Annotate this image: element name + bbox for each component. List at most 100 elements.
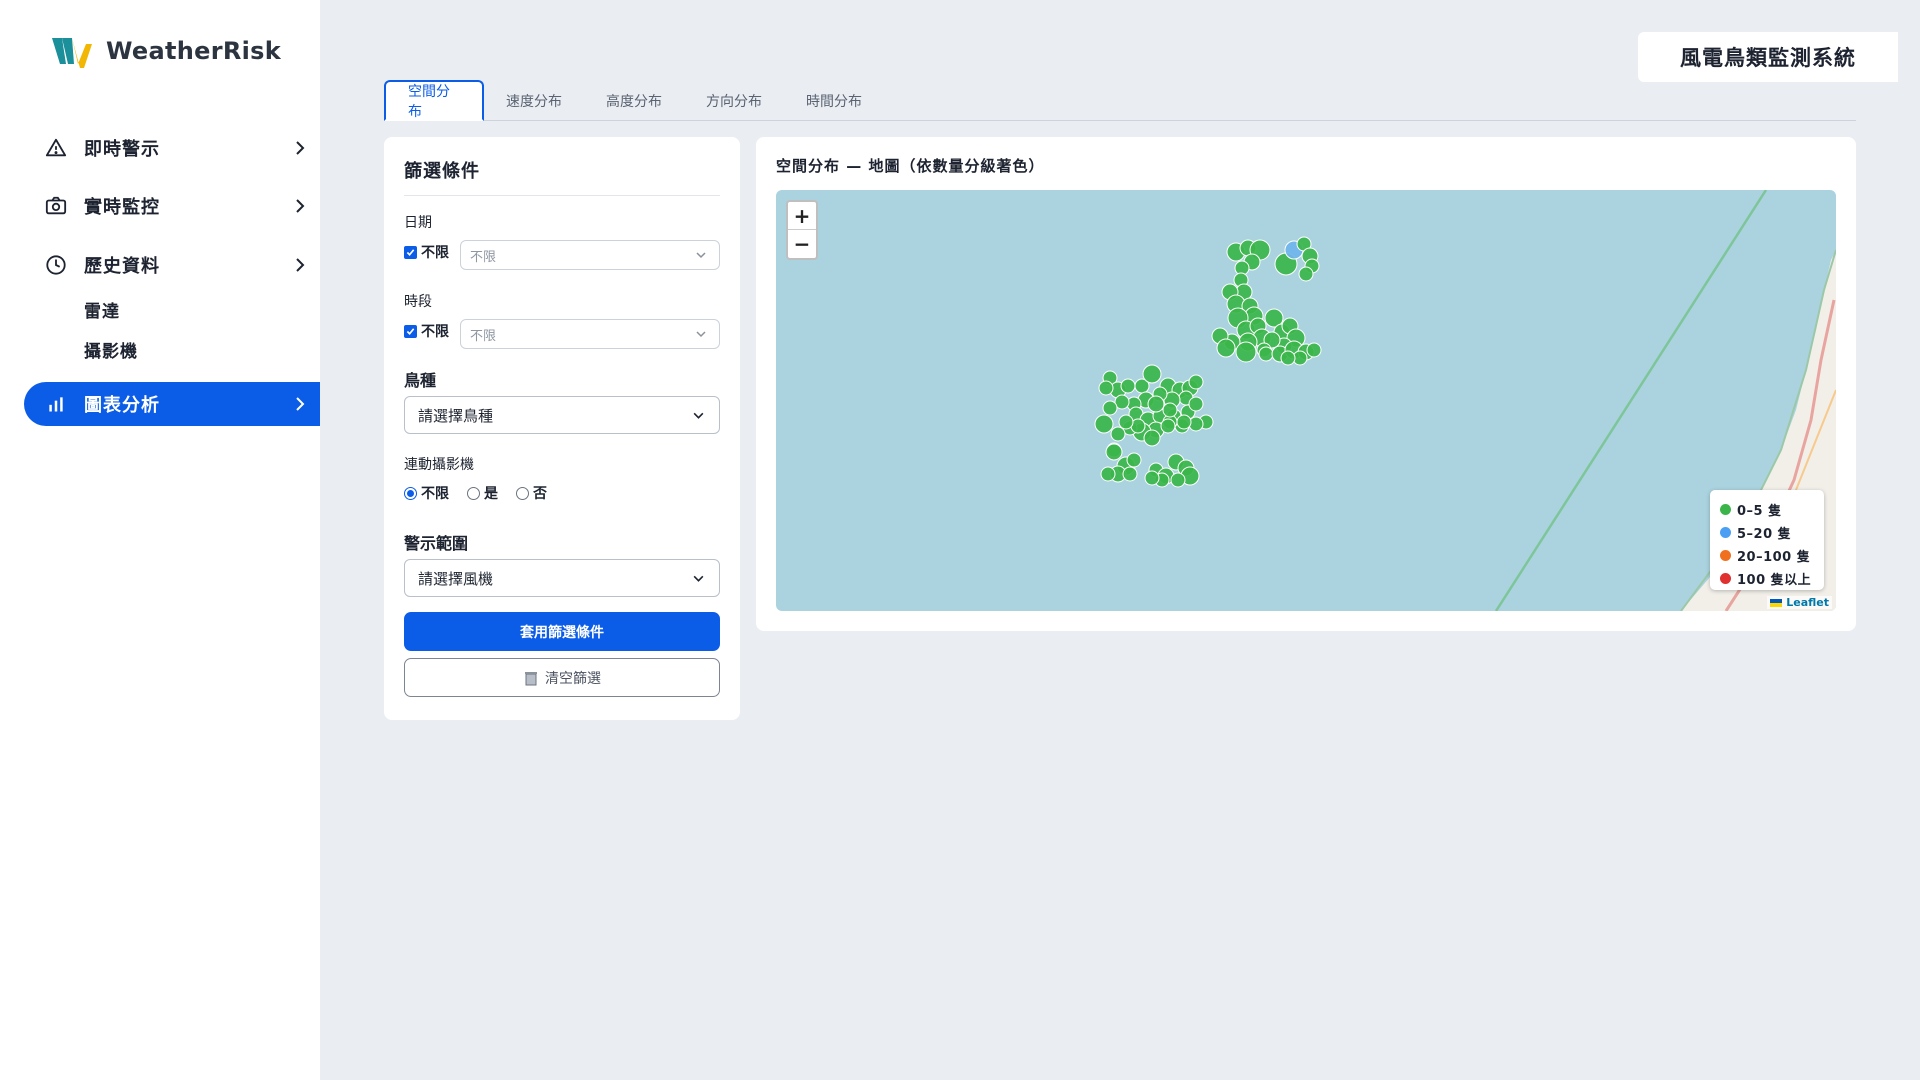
map-attribution[interactable]: Leaflet [1767, 596, 1832, 609]
bird-marker[interactable] [1110, 426, 1126, 442]
turbine-select-value: 請選擇風機 [418, 569, 494, 588]
period-label: 時段 [404, 294, 432, 310]
tab-direction[interactable]: 方向分布 [684, 80, 784, 121]
chevron-right-icon [296, 199, 305, 213]
bird-marker[interactable] [1170, 472, 1186, 488]
clock-icon [44, 253, 68, 277]
legend-label: 0–5 隻 [1737, 504, 1782, 519]
radio-icon [467, 486, 480, 500]
apply-filter-button[interactable]: 套用篩選條件 [404, 612, 720, 651]
bird-marker[interactable] [1105, 443, 1123, 461]
tab-spatial[interactable]: 空間分布 [384, 80, 484, 121]
bird-marker[interactable] [1298, 266, 1314, 282]
map-view[interactable]: + − 0–5 隻 5–20 隻 20–100 隻 100 隻以上 Leafle… [776, 190, 1836, 611]
sidebar-item-monitor[interactable]: 實時監控 [24, 184, 320, 228]
species-select-value: 請選擇鳥種 [418, 406, 494, 425]
warning-icon [44, 136, 68, 160]
tab-bar: 空間分布 速度分布 高度分布 方向分布 時間分布 [384, 80, 1856, 121]
zoom-control: + − [786, 200, 818, 260]
bird-marker[interactable] [1100, 466, 1116, 482]
bird-marker[interactable] [1188, 396, 1204, 412]
bird-marker[interactable] [1098, 380, 1114, 396]
chevron-down-icon [693, 575, 704, 582]
radio-label: 不限 [421, 486, 449, 502]
bird-marker[interactable] [1162, 402, 1178, 418]
filter-panel: 篩選條件 日期 不限 不限 時段 不限 不限 鳥種 請選擇鳥種 連動攝影機 不限… [384, 137, 740, 720]
sidebar-item-history[interactable]: 歷史資料 [24, 243, 320, 287]
sidebar-item-alerts[interactable]: 即時警示 [24, 126, 320, 170]
bird-marker[interactable] [1306, 342, 1322, 358]
species-select[interactable]: 請選擇鳥種 [404, 396, 720, 434]
sidebar-subitem-radar[interactable]: 雷達 [84, 297, 120, 322]
legend-label: 5–20 隻 [1737, 527, 1792, 542]
bird-markers-layer [1094, 236, 1322, 488]
legend-item: 100 隻以上 [1720, 567, 1814, 590]
bird-marker[interactable] [1118, 414, 1134, 430]
system-title: 風電鳥類監測系統 [1638, 32, 1898, 82]
checkbox-checked-icon [404, 324, 417, 338]
bird-marker[interactable] [1102, 400, 1118, 416]
zoom-out-button[interactable]: − [788, 230, 816, 258]
bird-marker[interactable] [1235, 341, 1257, 363]
period-select-value: 不限 [470, 328, 497, 344]
linked-camera-label: 連動攝影機 [404, 457, 474, 473]
bird-marker[interactable] [1280, 350, 1296, 366]
brand-name: WeatherRisk [106, 37, 282, 65]
date-select[interactable]: 不限 [460, 240, 720, 270]
map-canvas[interactable] [776, 190, 1836, 611]
alert-range-label: 警示範圍 [404, 534, 469, 553]
period-select[interactable]: 不限 [460, 319, 720, 349]
map-title: 空間分布 — 地圖（依數量分級著色） [776, 157, 1045, 175]
legend-item: 0–5 隻 [1720, 498, 1814, 521]
checkbox-label: 不限 [421, 245, 449, 261]
sidebar-item-charts[interactable]: 圖表分析 [24, 382, 320, 426]
sidebar-item-label: 實時監控 [84, 197, 160, 218]
bird-marker[interactable] [1094, 414, 1114, 434]
radio-option-unlimited[interactable]: 不限 [404, 483, 449, 503]
date-unlimited-checkbox[interactable]: 不限 [404, 242, 449, 262]
checkbox-checked-icon [404, 245, 417, 259]
tab-height[interactable]: 高度分布 [584, 80, 684, 121]
turbine-select[interactable]: 請選擇風機 [404, 559, 720, 597]
legend-color-dot [1720, 573, 1731, 584]
date-select-value: 不限 [470, 249, 497, 265]
tab-time[interactable]: 時間分布 [784, 80, 884, 121]
sidebar-item-label: 即時警示 [84, 139, 160, 160]
bird-marker[interactable] [1216, 338, 1236, 358]
bird-marker[interactable] [1176, 414, 1192, 430]
bird-marker[interactable] [1188, 374, 1204, 390]
bird-marker[interactable] [1143, 429, 1161, 447]
tab-speed[interactable]: 速度分布 [484, 80, 584, 121]
chevron-right-icon [296, 141, 305, 155]
radio-option-yes[interactable]: 是 [467, 483, 498, 503]
checkbox-label: 不限 [421, 324, 449, 340]
bird-marker[interactable] [1258, 346, 1274, 362]
sidebar: WeatherRisk 即時警示 實時監控 歷史資料 雷達 攝影機 圖表分析 [0, 0, 320, 1080]
bird-marker[interactable] [1144, 470, 1160, 486]
bird-marker[interactable] [1126, 452, 1142, 468]
map-card: 空間分布 — 地圖（依數量分級著色） + − 0–5 隻 5–20 隻 20–1… [756, 137, 1856, 631]
filter-title: 篩選條件 [404, 157, 720, 196]
legend-item: 5–20 隻 [1720, 521, 1814, 544]
bird-marker[interactable] [1120, 378, 1136, 394]
trash-icon [525, 671, 537, 685]
radio-option-no[interactable]: 否 [516, 483, 547, 503]
zoom-in-button[interactable]: + [788, 202, 816, 230]
clear-filter-button[interactable]: 清空篩選 [404, 658, 720, 697]
legend-color-dot [1720, 504, 1731, 515]
radio-selected-icon [404, 486, 417, 500]
bird-marker[interactable] [1147, 395, 1165, 413]
bar-chart-icon [44, 392, 68, 416]
bird-marker[interactable] [1160, 418, 1176, 434]
period-unlimited-checkbox[interactable]: 不限 [404, 321, 449, 341]
logo-mark-icon [52, 38, 92, 68]
sidebar-item-label: 圖表分析 [84, 395, 160, 416]
weatherrisk-logo[interactable]: WeatherRisk [50, 34, 281, 68]
legend-label: 20–100 隻 [1737, 550, 1811, 565]
chevron-down-icon [696, 331, 706, 338]
legend-item: 20–100 隻 [1720, 544, 1814, 567]
species-label: 鳥種 [404, 371, 437, 390]
bird-marker[interactable] [1142, 364, 1162, 384]
bird-marker[interactable] [1122, 466, 1138, 482]
sidebar-subitem-camera[interactable]: 攝影機 [84, 337, 138, 362]
